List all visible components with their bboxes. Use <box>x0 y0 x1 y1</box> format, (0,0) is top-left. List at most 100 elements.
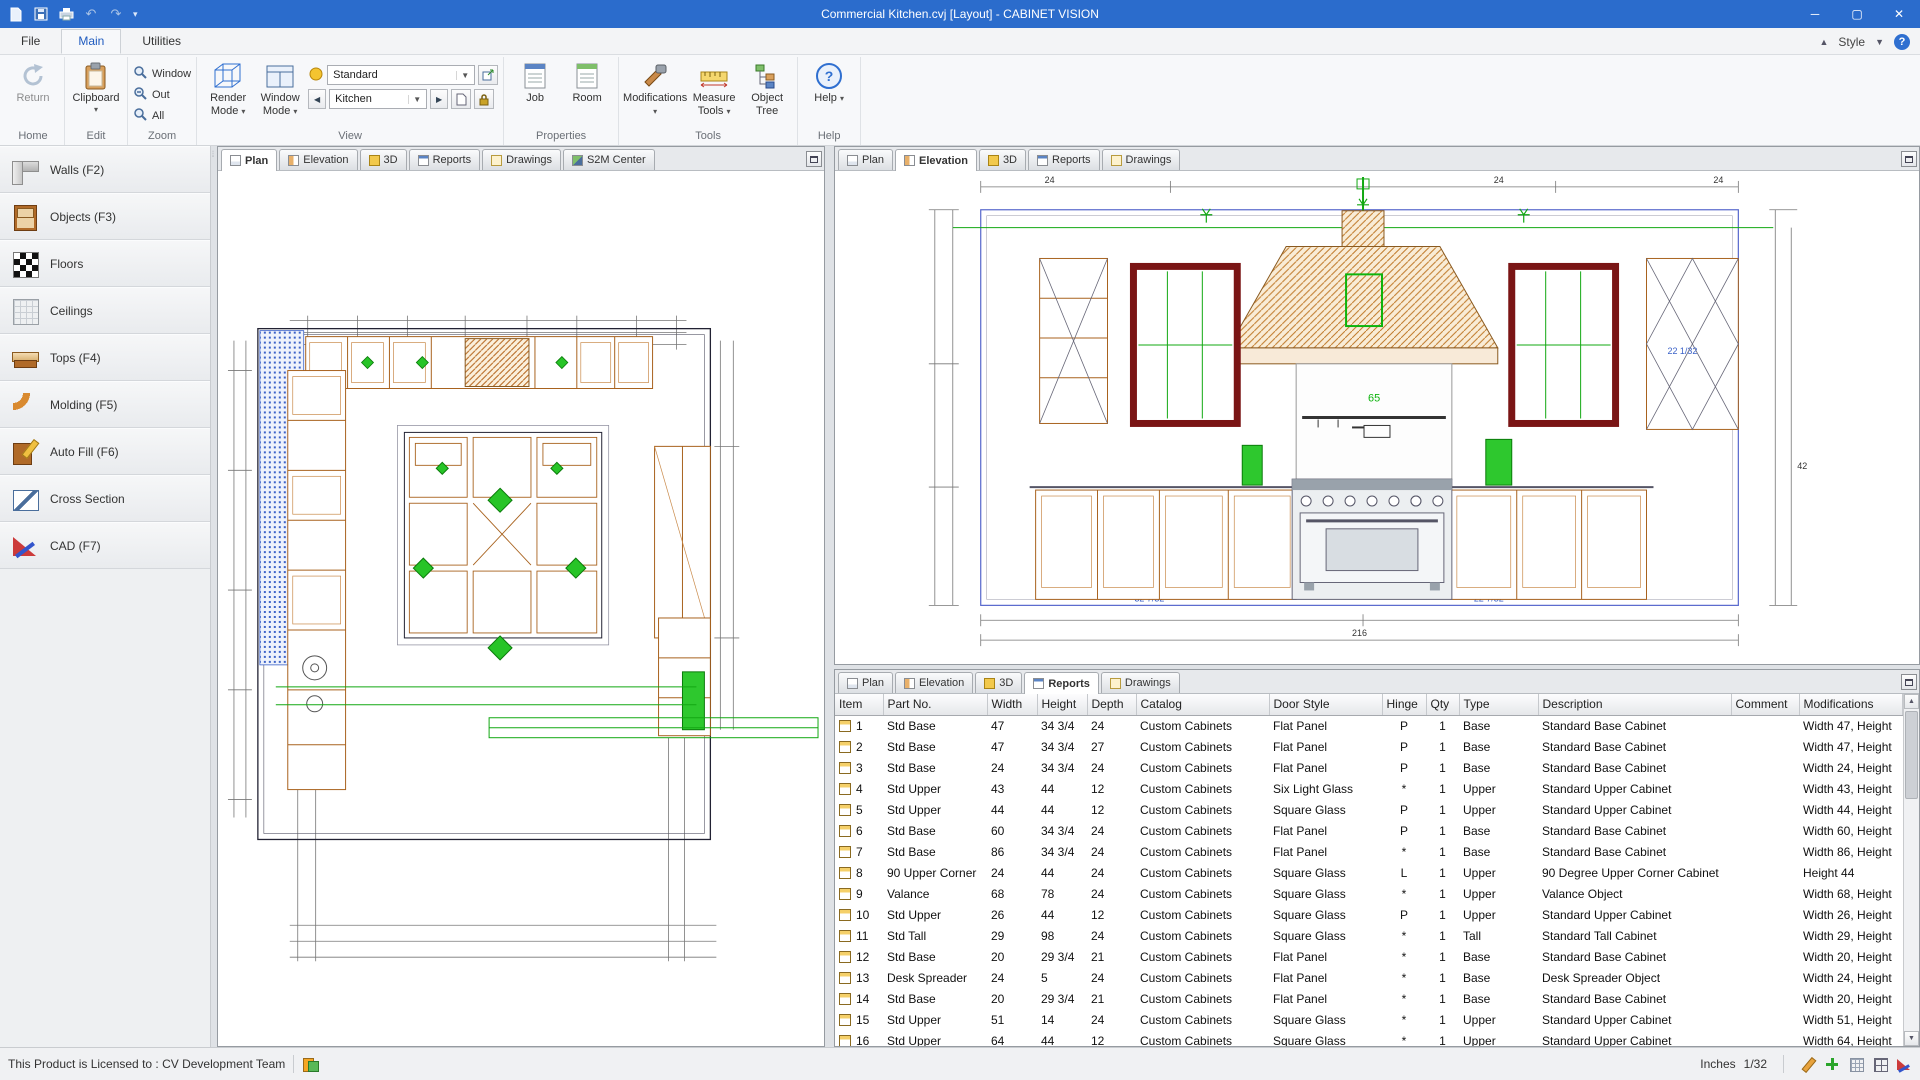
new-file-icon[interactable] <box>8 6 24 22</box>
tab-drawings[interactable]: Drawings <box>482 149 561 170</box>
table-row[interactable]: 890 Upper Corner244424Custom CabinetsSqu… <box>835 862 1903 883</box>
room-select[interactable]: Kitchen ▼ <box>329 89 427 109</box>
tab-main[interactable]: Main <box>61 29 121 54</box>
tab-s2m-center[interactable]: S2M Center <box>563 149 655 170</box>
redo-icon[interactable]: ↷ <box>108 6 124 22</box>
tab-reports[interactable]: Reports <box>1028 149 1100 170</box>
grid-toggle-icon[interactable] <box>1848 1056 1864 1072</box>
table-row[interactable]: 5Std Upper444412Custom CabinetsSquare Gl… <box>835 799 1903 820</box>
return-button[interactable]: Return <box>7 57 59 105</box>
cad-tools-icon[interactable] <box>1896 1056 1912 1072</box>
modifications-button[interactable]: Modifications ▾ <box>624 57 686 117</box>
table-row[interactable]: 7Std Base8634 3/424Custom CabinetsFlat P… <box>835 841 1903 862</box>
precision-label[interactable]: 1/32 <box>1744 1057 1767 1071</box>
maximize-button[interactable]: ▢ <box>1836 0 1878 28</box>
scroll-down-icon[interactable]: ▼ <box>1904 1031 1919 1046</box>
table-row[interactable]: 11Std Tall299824Custom CabinetsSquare Gl… <box>835 925 1903 946</box>
table-row[interactable]: 4Std Upper434412Custom CabinetsSix Light… <box>835 778 1903 799</box>
tab-reports[interactable]: Reports <box>409 149 481 170</box>
table-row[interactable]: 1Std Base4734 3/424Custom CabinetsFlat P… <box>835 715 1903 736</box>
style-select[interactable]: Standard ▼ <box>327 65 475 85</box>
sidebar-item-auto-fill-f6[interactable]: Auto Fill (F6) <box>0 428 210 475</box>
column-header-modifications[interactable]: Modifications <box>1799 694 1903 715</box>
column-header-type[interactable]: Type <box>1459 694 1538 715</box>
table-row[interactable]: 14Std Base2029 3/421Custom CabinetsFlat … <box>835 988 1903 1009</box>
column-header-qty[interactable]: Qty <box>1426 694 1459 715</box>
column-header-width[interactable]: Width <box>987 694 1037 715</box>
grid-snap-icon[interactable] <box>1872 1056 1888 1072</box>
tab-elevation[interactable]: Elevation <box>279 149 357 170</box>
render-mode-button[interactable]: Render Mode ▾ <box>202 57 254 117</box>
tab-plan[interactable]: Plan <box>221 149 277 171</box>
table-row[interactable]: 15Std Upper511424Custom CabinetsSquare G… <box>835 1009 1903 1030</box>
table-row[interactable]: 3Std Base2434 3/424Custom CabinetsFlat P… <box>835 757 1903 778</box>
sidebar-item-objects-f3[interactable]: Objects (F3) <box>0 193 210 240</box>
window-mode-button[interactable]: Window Mode ▾ <box>254 57 306 117</box>
measure-tools-button[interactable]: Measure Tools ▾ <box>686 57 742 117</box>
apply-style-button[interactable] <box>478 65 498 85</box>
zoom-all-button[interactable]: All <box>133 107 191 124</box>
customize-quick-access-icon[interactable]: ▾ <box>133 9 138 20</box>
sidebar-item-tops-f4[interactable]: Tops (F4) <box>0 334 210 381</box>
job-button[interactable]: Job <box>509 57 561 105</box>
tab-3d[interactable]: 3D <box>979 149 1026 170</box>
column-header-hinge[interactable]: Hinge <box>1382 694 1426 715</box>
column-header-item[interactable]: Item <box>835 694 883 715</box>
tab-drawings[interactable]: Drawings <box>1102 149 1181 170</box>
room-button[interactable]: Room <box>561 57 613 105</box>
scrollbar-thumb[interactable] <box>1905 711 1918 799</box>
panel-splitter[interactable] <box>825 146 834 1047</box>
column-header-depth[interactable]: Depth <box>1087 694 1136 715</box>
tab-drawings[interactable]: Drawings <box>1101 672 1180 693</box>
next-room-button[interactable]: ▶ <box>430 89 448 109</box>
table-row[interactable]: 10Std Upper264412Custom CabinetsSquare G… <box>835 904 1903 925</box>
column-header-height[interactable]: Height <box>1037 694 1087 715</box>
sidebar-splitter[interactable]: ⦙ <box>211 146 217 1047</box>
clipboard-button[interactable]: Clipboard ▾ <box>70 57 122 114</box>
zoom-out-button[interactable]: Out <box>133 86 191 103</box>
new-room-button[interactable] <box>451 89 471 109</box>
minimize-button[interactable]: ─ <box>1794 0 1836 28</box>
tab-3d[interactable]: 3D <box>360 149 407 170</box>
undo-icon[interactable]: ↶ <box>83 6 99 22</box>
sidebar-item-cross-section[interactable]: Cross Section <box>0 475 210 522</box>
style-menu[interactable]: Style <box>1838 35 1865 49</box>
minimize-ribbon-icon[interactable]: ▲ <box>1819 37 1828 47</box>
sidebar-item-molding-f5[interactable]: Molding (F5) <box>0 381 210 428</box>
help-button[interactable]: ? Help ▾ <box>803 57 855 105</box>
column-header-description[interactable]: Description <box>1538 694 1731 715</box>
tab-3d[interactable]: 3D <box>975 672 1022 693</box>
tab-file[interactable]: File <box>4 29 57 54</box>
plan-drawing-canvas[interactable] <box>218 171 824 1046</box>
sidebar-item-cad-f7[interactable]: CAD (F7) <box>0 522 210 569</box>
tab-elevation[interactable]: Elevation <box>895 149 977 171</box>
sidebar-item-floors[interactable]: Floors <box>0 240 210 287</box>
zoom-window-button[interactable]: Window <box>133 65 191 82</box>
close-button[interactable]: ✕ <box>1878 0 1920 28</box>
table-row[interactable]: 9Valance687824Custom CabinetsSquare Glas… <box>835 883 1903 904</box>
column-header-part-no[interactable]: Part No. <box>883 694 987 715</box>
sidebar-item-walls-f2[interactable]: Walls (F2) <box>0 146 210 193</box>
tab-plan[interactable]: Plan <box>838 149 893 170</box>
previous-room-button[interactable]: ◀ <box>308 89 326 109</box>
maximize-plan-panel-button[interactable] <box>806 151 822 167</box>
object-tree-button[interactable]: Object Tree <box>742 57 792 117</box>
table-row[interactable]: 16Std Upper644412Custom CabinetsSquare G… <box>835 1030 1903 1046</box>
help-icon[interactable]: ? <box>1894 34 1910 50</box>
save-icon[interactable] <box>33 6 49 22</box>
lock-room-button[interactable] <box>474 89 494 109</box>
units-label[interactable]: Inches <box>1700 1057 1735 1071</box>
elevation-drawing-canvas[interactable]: 24 24 24 42 <box>835 171 1919 664</box>
column-header-comment[interactable]: Comment <box>1731 694 1799 715</box>
table-row[interactable]: 6Std Base6034 3/424Custom CabinetsFlat P… <box>835 820 1903 841</box>
tab-reports[interactable]: Reports <box>1024 672 1099 694</box>
column-header-catalog[interactable]: Catalog <box>1136 694 1269 715</box>
table-row[interactable]: 2Std Base4734 3/427Custom CabinetsFlat P… <box>835 736 1903 757</box>
reports-vertical-scrollbar[interactable]: ▲ ▼ <box>1903 694 1919 1046</box>
tab-plan[interactable]: Plan <box>838 672 893 693</box>
scroll-up-icon[interactable]: ▲ <box>1904 694 1919 709</box>
tab-utilities[interactable]: Utilities <box>125 29 198 54</box>
sketch-mode-icon[interactable] <box>1800 1056 1816 1072</box>
snap-toggle-icon[interactable] <box>1824 1056 1840 1072</box>
style-menu-caret-icon[interactable]: ▼ <box>1875 37 1884 47</box>
